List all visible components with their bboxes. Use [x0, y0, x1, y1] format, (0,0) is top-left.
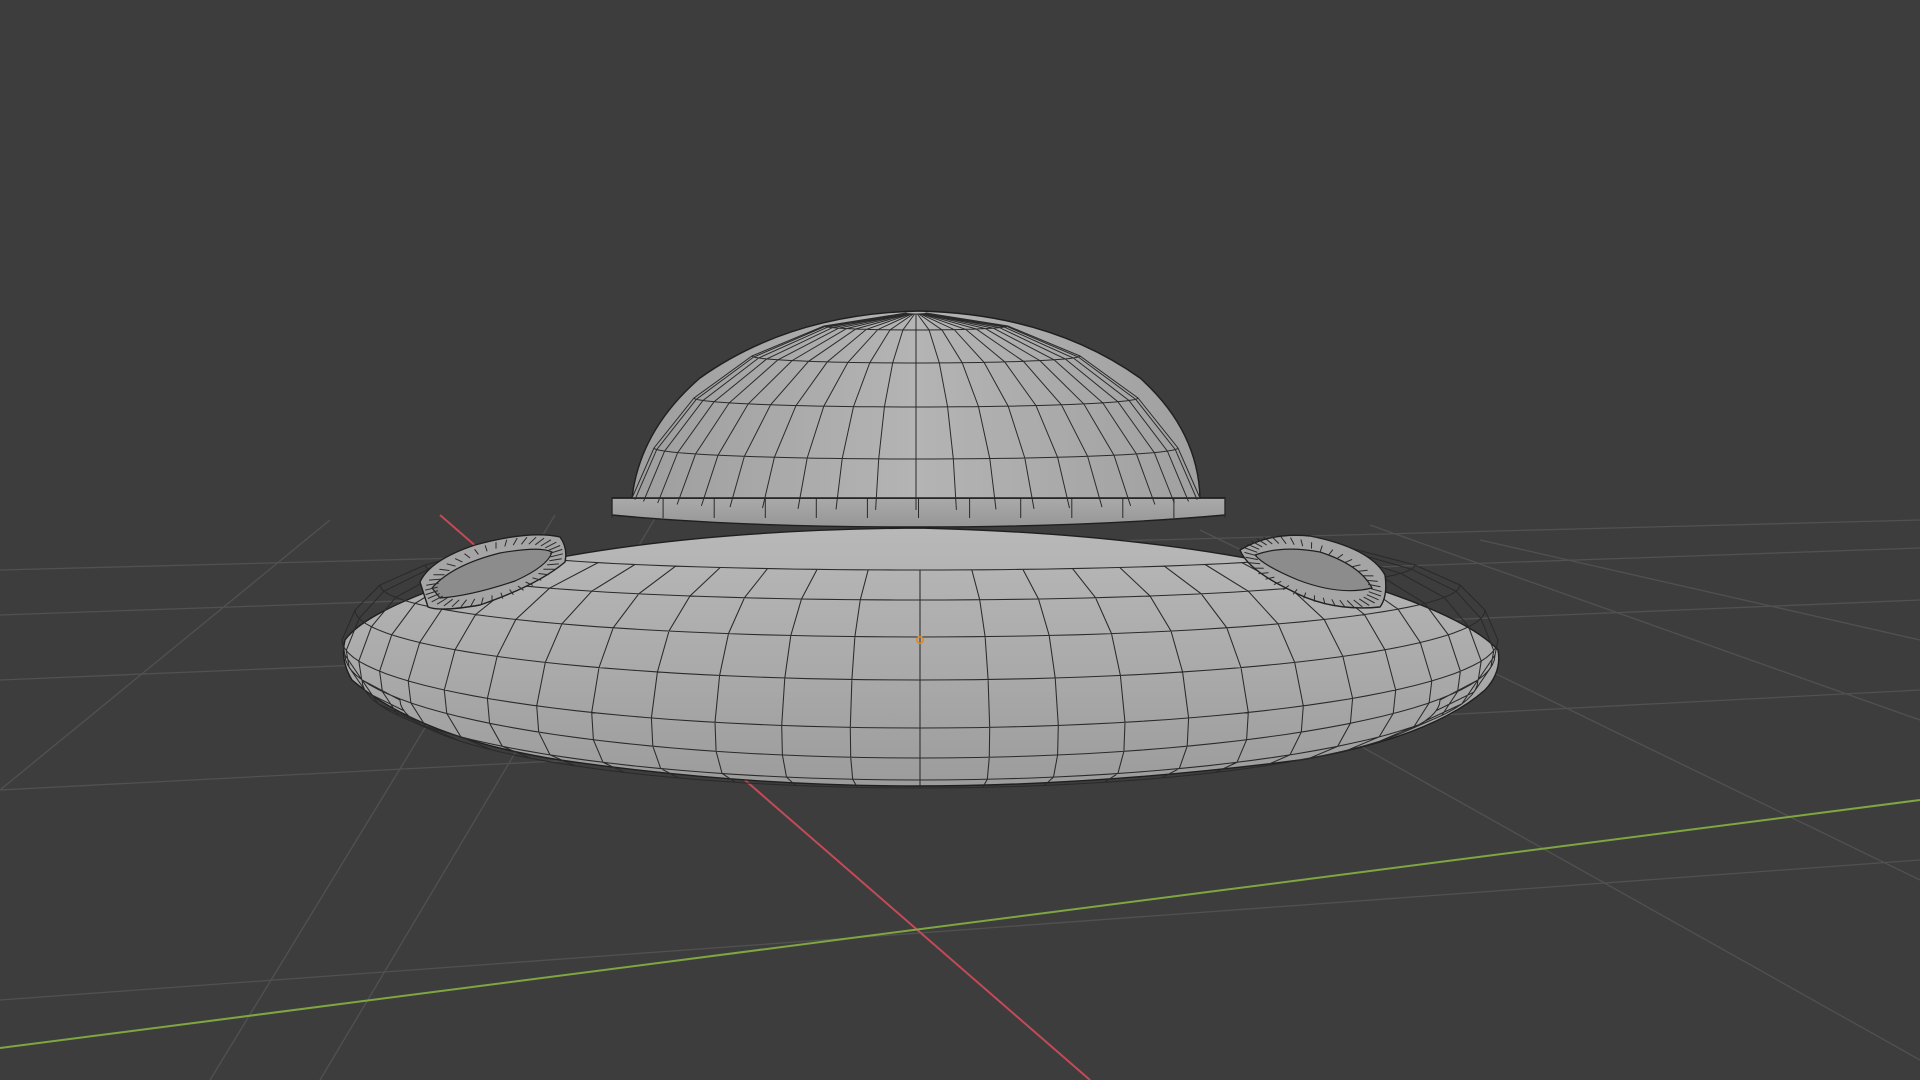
viewport-canvas[interactable]	[0, 0, 1920, 1080]
3d-viewport[interactable]	[0, 0, 1920, 1080]
